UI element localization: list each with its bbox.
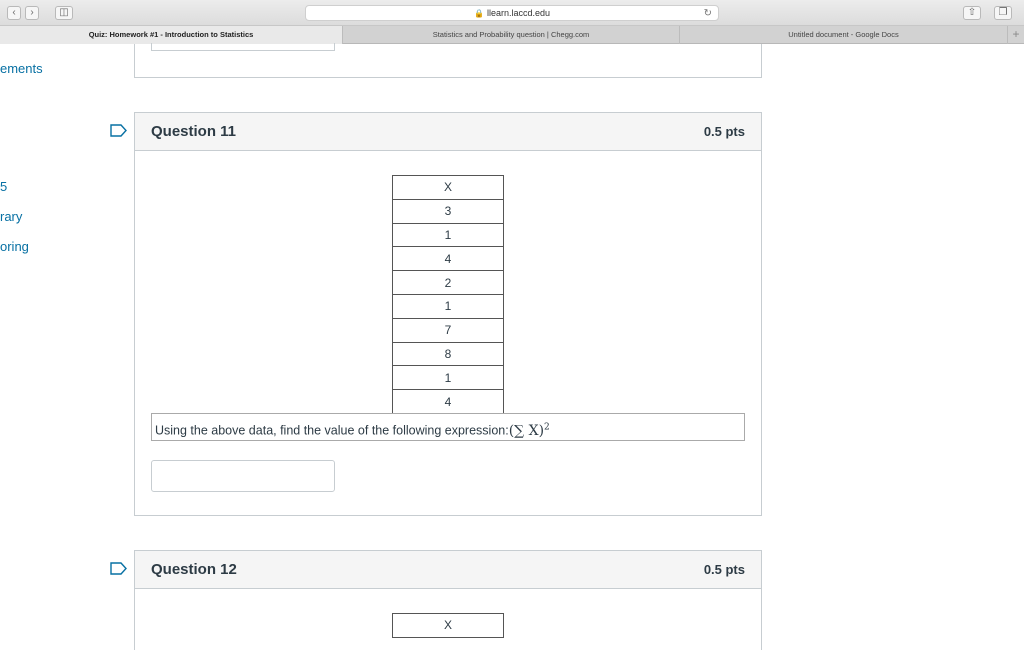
data-table: X: [392, 613, 504, 638]
table-cell: 1: [392, 293, 504, 319]
question-header: Question 12 0.5 pts: [135, 551, 761, 589]
table-header: X: [392, 613, 504, 638]
table-cell: 2: [392, 270, 504, 295]
table-cell: 1: [392, 222, 504, 248]
tab-google-docs[interactable]: Untitled document - Google Docs: [680, 26, 1008, 44]
lock-icon: 🔒: [473, 9, 484, 18]
share-icon[interactable]: ⇧: [963, 6, 981, 20]
browser-toolbar: ‹ › ◫ 🔒 llearn.laccd.edu ↻ ⇧ ❐: [0, 0, 1024, 26]
new-tab-icon[interactable]: +: [1008, 26, 1024, 44]
address-bar[interactable]: 🔒 llearn.laccd.edu ↻: [305, 5, 719, 21]
forward-icon[interactable]: ›: [25, 6, 39, 20]
flag-question-icon[interactable]: [110, 124, 127, 137]
table-cell: 7: [392, 317, 504, 343]
table-header: X: [392, 175, 504, 200]
table-cell: 3: [392, 198, 504, 224]
tab-bar: Quiz: Homework #1 - Introduction to Stat…: [0, 26, 1024, 44]
sidebar-item-library[interactable]: rary: [0, 209, 22, 224]
question-text: Using the above data, find the value of …: [151, 413, 745, 441]
question-points: 0.5 pts: [703, 124, 745, 139]
question-11: Question 11 0.5 pts X 3 1 4 2 1 7 8 1 4 …: [134, 112, 762, 516]
data-table: X 3 1 4 2 1 7 8 1 4: [392, 175, 504, 414]
tab-chegg[interactable]: Statistics and Probability question | Ch…: [343, 26, 680, 44]
answer-input[interactable]: [151, 460, 335, 492]
question-header: Question 11 0.5 pts: [135, 113, 761, 151]
previous-question-box: [134, 43, 762, 78]
expression-exponent: 2: [544, 422, 550, 432]
previous-answer-input[interactable]: [151, 43, 335, 51]
sidebar-item-tutoring[interactable]: oring: [0, 239, 29, 254]
question-title: Question 11: [151, 123, 237, 140]
question-prompt: Using the above data, find the value of …: [155, 423, 509, 438]
tab-quiz[interactable]: Quiz: Homework #1 - Introduction to Stat…: [0, 26, 343, 44]
tabs-overview-icon[interactable]: ❐: [994, 6, 1012, 20]
sidebar-item-5[interactable]: 5: [0, 179, 7, 194]
math-expression: (∑ X)2: [508, 422, 550, 439]
table-cell: 4: [392, 246, 504, 272]
question-points: 0.5 pts: [703, 562, 745, 577]
back-icon[interactable]: ‹: [7, 6, 21, 20]
question-title: Question 12: [151, 561, 237, 578]
question-12: Question 12 0.5 pts X: [134, 550, 762, 650]
url-text: llearn.laccd.edu: [486, 8, 550, 18]
table-cell: 4: [392, 389, 504, 414]
sidebar-item-announcements[interactable]: ements: [0, 61, 43, 76]
reload-icon[interactable]: ↻: [704, 7, 712, 21]
table-cell: 1: [392, 365, 504, 391]
expression-base: (∑ X): [508, 422, 545, 439]
sidebar-toggle-icon[interactable]: ◫: [55, 6, 73, 20]
table-cell: 8: [392, 341, 504, 367]
flag-question-icon[interactable]: [110, 562, 127, 575]
